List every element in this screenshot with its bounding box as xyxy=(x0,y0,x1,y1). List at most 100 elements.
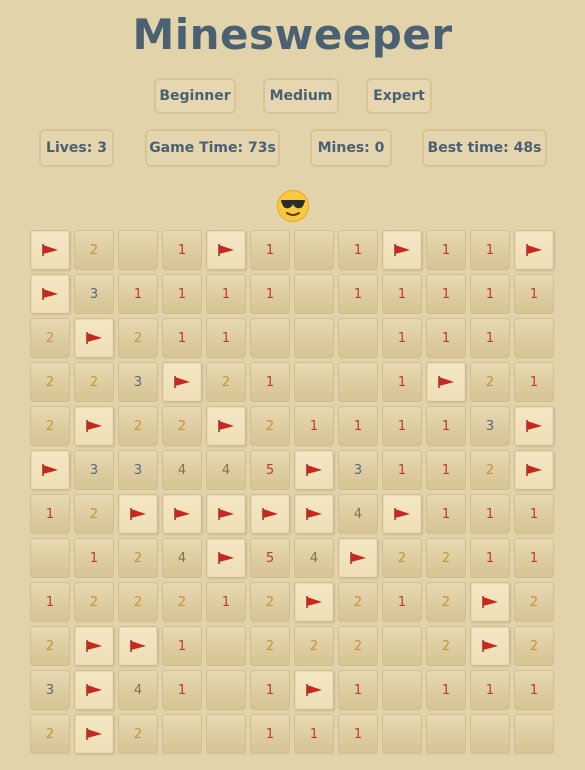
empty-cell[interactable] xyxy=(470,714,510,754)
number-cell[interactable]: 1 xyxy=(162,626,202,666)
number-cell[interactable]: 4 xyxy=(338,494,378,534)
number-cell[interactable]: 1 xyxy=(514,362,554,402)
number-cell[interactable]: 4 xyxy=(206,450,246,490)
number-cell[interactable]: 2 xyxy=(30,362,70,402)
number-cell[interactable]: 2 xyxy=(118,318,158,358)
number-cell[interactable]: 2 xyxy=(74,582,114,622)
sunglasses-face-icon[interactable] xyxy=(276,189,310,223)
number-cell[interactable]: 2 xyxy=(74,230,114,270)
flagged-cell[interactable] xyxy=(294,450,334,490)
number-cell[interactable]: 1 xyxy=(250,230,290,270)
number-cell[interactable]: 1 xyxy=(382,582,422,622)
number-cell[interactable]: 2 xyxy=(206,362,246,402)
empty-cell[interactable] xyxy=(118,230,158,270)
number-cell[interactable]: 1 xyxy=(382,406,422,446)
number-cell[interactable]: 1 xyxy=(162,274,202,314)
empty-cell[interactable] xyxy=(338,362,378,402)
number-cell[interactable]: 1 xyxy=(250,670,290,710)
number-cell[interactable]: 4 xyxy=(294,538,334,578)
number-cell[interactable]: 2 xyxy=(426,626,466,666)
empty-cell[interactable] xyxy=(206,714,246,754)
number-cell[interactable]: 1 xyxy=(294,406,334,446)
number-cell[interactable]: 2 xyxy=(514,626,554,666)
empty-cell[interactable] xyxy=(294,274,334,314)
number-cell[interactable]: 1 xyxy=(250,362,290,402)
number-cell[interactable]: 1 xyxy=(206,318,246,358)
number-cell[interactable]: 4 xyxy=(118,670,158,710)
number-cell[interactable]: 1 xyxy=(426,406,466,446)
flagged-cell[interactable] xyxy=(30,274,70,314)
number-cell[interactable]: 1 xyxy=(162,230,202,270)
number-cell[interactable]: 1 xyxy=(250,714,290,754)
empty-cell[interactable] xyxy=(382,626,422,666)
empty-cell[interactable] xyxy=(382,714,422,754)
number-cell[interactable]: 1 xyxy=(30,582,70,622)
number-cell[interactable]: 2 xyxy=(426,582,466,622)
flagged-cell[interactable] xyxy=(206,406,246,446)
empty-cell[interactable] xyxy=(206,626,246,666)
number-cell[interactable]: 2 xyxy=(74,362,114,402)
number-cell[interactable]: 1 xyxy=(118,274,158,314)
flagged-cell[interactable] xyxy=(338,538,378,578)
number-cell[interactable]: 3 xyxy=(338,450,378,490)
number-cell[interactable]: 2 xyxy=(30,406,70,446)
flagged-cell[interactable] xyxy=(30,450,70,490)
number-cell[interactable]: 4 xyxy=(162,538,202,578)
number-cell[interactable]: 1 xyxy=(514,670,554,710)
number-cell[interactable]: 1 xyxy=(514,274,554,314)
empty-cell[interactable] xyxy=(206,670,246,710)
number-cell[interactable]: 1 xyxy=(30,494,70,534)
number-cell[interactable]: 1 xyxy=(426,494,466,534)
beginner-button[interactable]: Beginner xyxy=(154,78,236,114)
number-cell[interactable]: 1 xyxy=(250,274,290,314)
flagged-cell[interactable] xyxy=(294,494,334,534)
number-cell[interactable]: 1 xyxy=(514,538,554,578)
flagged-cell[interactable] xyxy=(514,406,554,446)
expert-button[interactable]: Expert xyxy=(366,78,432,114)
number-cell[interactable]: 2 xyxy=(162,582,202,622)
empty-cell[interactable] xyxy=(162,714,202,754)
number-cell[interactable]: 1 xyxy=(382,450,422,490)
flagged-cell[interactable] xyxy=(30,230,70,270)
number-cell[interactable]: 1 xyxy=(470,274,510,314)
empty-cell[interactable] xyxy=(250,318,290,358)
number-cell[interactable]: 1 xyxy=(74,538,114,578)
number-cell[interactable]: 2 xyxy=(250,582,290,622)
number-cell[interactable]: 5 xyxy=(250,538,290,578)
number-cell[interactable]: 2 xyxy=(118,406,158,446)
flagged-cell[interactable] xyxy=(470,582,510,622)
flagged-cell[interactable] xyxy=(74,626,114,666)
flagged-cell[interactable] xyxy=(294,670,334,710)
flagged-cell[interactable] xyxy=(514,450,554,490)
number-cell[interactable]: 1 xyxy=(382,274,422,314)
number-cell[interactable]: 3 xyxy=(470,406,510,446)
flagged-cell[interactable] xyxy=(206,494,246,534)
flagged-cell[interactable] xyxy=(118,494,158,534)
number-cell[interactable]: 1 xyxy=(338,274,378,314)
number-cell[interactable]: 1 xyxy=(294,714,334,754)
number-cell[interactable]: 1 xyxy=(338,670,378,710)
flagged-cell[interactable] xyxy=(470,626,510,666)
empty-cell[interactable] xyxy=(514,318,554,358)
number-cell[interactable]: 1 xyxy=(162,318,202,358)
number-cell[interactable]: 3 xyxy=(74,450,114,490)
number-cell[interactable]: 2 xyxy=(118,538,158,578)
number-cell[interactable]: 2 xyxy=(250,626,290,666)
flagged-cell[interactable] xyxy=(206,538,246,578)
number-cell[interactable]: 1 xyxy=(382,318,422,358)
number-cell[interactable]: 2 xyxy=(470,450,510,490)
flagged-cell[interactable] xyxy=(74,714,114,754)
empty-cell[interactable] xyxy=(294,318,334,358)
empty-cell[interactable] xyxy=(514,714,554,754)
number-cell[interactable]: 2 xyxy=(118,714,158,754)
number-cell[interactable]: 1 xyxy=(470,494,510,534)
flagged-cell[interactable] xyxy=(426,362,466,402)
number-cell[interactable]: 1 xyxy=(338,714,378,754)
number-cell[interactable]: 2 xyxy=(338,626,378,666)
flagged-cell[interactable] xyxy=(162,362,202,402)
number-cell[interactable]: 4 xyxy=(162,450,202,490)
empty-cell[interactable] xyxy=(382,670,422,710)
number-cell[interactable]: 1 xyxy=(338,230,378,270)
number-cell[interactable]: 1 xyxy=(470,318,510,358)
number-cell[interactable]: 1 xyxy=(470,230,510,270)
